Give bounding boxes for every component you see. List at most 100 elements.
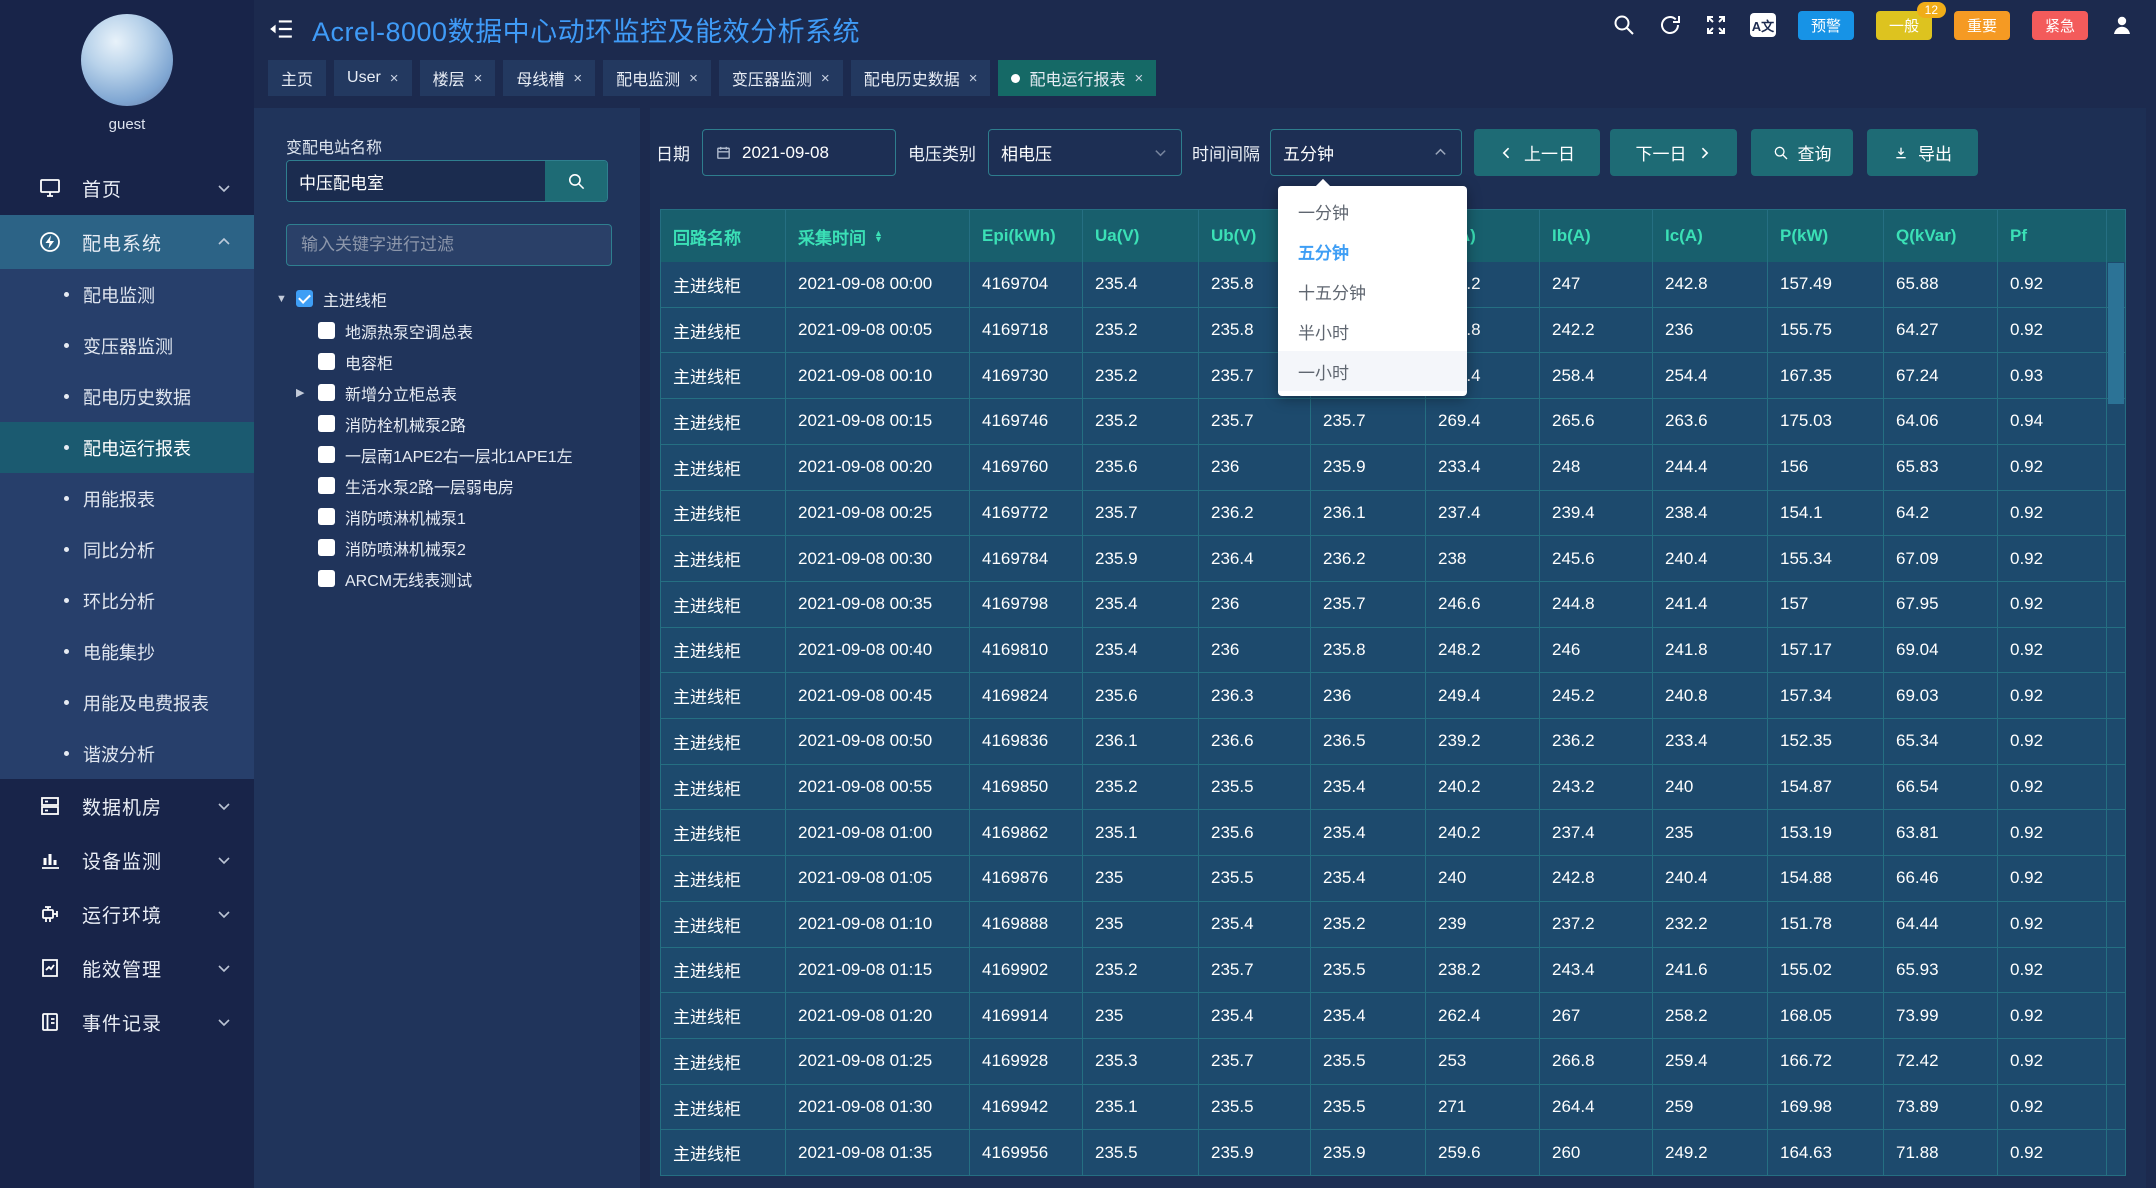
scrollbar-track[interactable] xyxy=(2107,993,2125,1038)
close-icon[interactable]: × xyxy=(1134,70,1143,87)
column-header[interactable]: 采集时间▲▼ xyxy=(786,210,970,262)
close-icon[interactable]: × xyxy=(474,70,483,87)
checkbox[interactable] xyxy=(318,353,335,370)
prev-day-button[interactable]: 上一日 xyxy=(1474,129,1600,176)
checkbox[interactable] xyxy=(318,446,335,463)
scrollbar-track[interactable] xyxy=(2107,628,2125,673)
sidebar-item[interactable]: 配电系统 xyxy=(0,215,254,269)
translate-icon[interactable]: A文 xyxy=(1750,13,1776,37)
alarm-badge[interactable]: 重要 xyxy=(1954,11,2010,40)
column-header[interactable]: Ua(V) xyxy=(1083,210,1199,262)
tree-node[interactable]: 一层南1APE2右一层北1APE1左 xyxy=(274,439,634,470)
station-search-button[interactable] xyxy=(545,161,607,201)
dropdown-option[interactable]: 五分钟 xyxy=(1278,231,1467,271)
checkbox[interactable] xyxy=(318,415,335,432)
table-row[interactable]: 主进线柜2021-09-08 00:354169798235.4236235.7… xyxy=(661,582,2125,628)
close-icon[interactable]: × xyxy=(573,70,582,87)
table-row[interactable]: 主进线柜2021-09-08 01:104169888235235.4235.2… xyxy=(661,902,2125,948)
table-row[interactable]: 主进线柜2021-09-08 00:454169824235.6236.3236… xyxy=(661,673,2125,719)
voltage-type-select[interactable]: 相电压 xyxy=(988,129,1182,176)
scrollbar-track[interactable] xyxy=(2107,445,2125,490)
search-icon[interactable] xyxy=(1612,13,1636,37)
table-row[interactable]: 主进线柜2021-09-08 00:404169810235.4236235.8… xyxy=(661,628,2125,674)
caret-right-icon[interactable]: ▶ xyxy=(296,386,304,399)
table-row[interactable]: 主进线柜2021-09-08 00:304169784235.9236.4236… xyxy=(661,536,2125,582)
tree-node[interactable]: 消防喷淋机械泵1 xyxy=(274,501,634,532)
tree-node[interactable]: ARCM无线表测试 xyxy=(274,563,634,594)
tab-item[interactable]: 配电运行报表× xyxy=(998,60,1156,96)
tab-item[interactable]: 配电监测× xyxy=(603,60,711,96)
sidebar-item[interactable]: 能效管理 xyxy=(0,941,254,995)
sidebar-subitem[interactable]: 配电运行报表 xyxy=(0,422,254,473)
scrollbar-track[interactable] xyxy=(2107,856,2125,901)
scrollbar-track[interactable] xyxy=(2107,399,2125,444)
sidebar-item[interactable]: 首页 xyxy=(0,161,254,215)
tree-node[interactable]: 消防喷淋机械泵2 xyxy=(274,532,634,563)
tree-node[interactable]: 电容柜 xyxy=(274,346,634,377)
table-row[interactable]: 主进线柜2021-09-08 01:304169942235.1235.5235… xyxy=(661,1085,2125,1131)
next-day-button[interactable]: 下一日 xyxy=(1610,129,1737,176)
tree-node[interactable]: 消防栓机械泵2路 xyxy=(274,408,634,439)
tree-filter-input[interactable] xyxy=(286,224,612,266)
table-row[interactable]: 主进线柜2021-09-08 00:554169850235.2235.5235… xyxy=(661,765,2125,811)
table-row[interactable]: 主进线柜2021-09-08 00:254169772235.7236.2236… xyxy=(661,491,2125,537)
close-icon[interactable]: × xyxy=(969,70,978,87)
tab-item[interactable]: 变压器监测× xyxy=(719,60,843,96)
column-header[interactable]: Pf xyxy=(1998,210,2107,262)
scrollbar-track[interactable] xyxy=(2107,1130,2125,1175)
checkbox[interactable] xyxy=(296,290,313,307)
table-row[interactable]: 主进线柜2021-09-08 01:254169928235.3235.7235… xyxy=(661,1039,2125,1085)
tab-item[interactable]: User× xyxy=(334,60,412,96)
export-button[interactable]: 导出 xyxy=(1867,129,1978,176)
close-icon[interactable]: × xyxy=(689,70,698,87)
sidebar-subitem[interactable]: 电能集抄 xyxy=(0,626,254,677)
scrollbar-thumb[interactable] xyxy=(2108,263,2124,404)
close-icon[interactable]: × xyxy=(821,70,830,87)
column-header[interactable]: P(kW) xyxy=(1768,210,1884,262)
sidebar-item[interactable]: 事件记录 xyxy=(0,995,254,1049)
tree-node[interactable]: ▶新增分立柜总表 xyxy=(274,377,634,408)
table-row[interactable]: 主进线柜2021-09-08 01:204169914235235.4235.4… xyxy=(661,993,2125,1039)
scrollbar-track[interactable] xyxy=(2107,948,2125,993)
scrollbar-track[interactable] xyxy=(2107,810,2125,855)
table-row[interactable]: 主进线柜2021-09-08 01:354169956235.5235.9235… xyxy=(661,1130,2125,1175)
table-row[interactable]: 主进线柜2021-09-08 00:504169836236.1236.6236… xyxy=(661,719,2125,765)
sidebar-subitem[interactable]: 同比分析 xyxy=(0,524,254,575)
refresh-icon[interactable] xyxy=(1658,13,1682,37)
alarm-badge[interactable]: 预警 xyxy=(1798,11,1854,40)
sidebar-subitem[interactable]: 配电历史数据 xyxy=(0,371,254,422)
menu-fold-icon[interactable] xyxy=(268,16,294,42)
dropdown-option[interactable]: 半小时 xyxy=(1278,311,1467,351)
sidebar-subitem[interactable]: 变压器监测 xyxy=(0,320,254,371)
checkbox[interactable] xyxy=(318,322,335,339)
checkbox[interactable] xyxy=(318,384,335,401)
close-icon[interactable]: × xyxy=(390,70,399,87)
tab-item[interactable]: 主页 xyxy=(268,60,326,96)
checkbox[interactable] xyxy=(318,508,335,525)
column-header[interactable]: Q(kVar) xyxy=(1884,210,1998,262)
checkbox[interactable] xyxy=(318,477,335,494)
scrollbar-track[interactable] xyxy=(2107,1039,2125,1084)
sidebar-subitem[interactable]: 用能及电费报表 xyxy=(0,677,254,728)
sidebar-subitem[interactable]: 谐波分析 xyxy=(0,728,254,779)
station-name-input[interactable] xyxy=(287,161,545,201)
sidebar-item[interactable]: 运行环境 xyxy=(0,887,254,941)
interval-select[interactable]: 五分钟 xyxy=(1270,129,1462,176)
column-header[interactable]: 回路名称 xyxy=(661,210,786,262)
fullscreen-icon[interactable] xyxy=(1704,13,1728,37)
checkbox[interactable] xyxy=(318,539,335,556)
query-button[interactable]: 查询 xyxy=(1751,129,1853,176)
table-row[interactable]: 主进线柜2021-09-08 01:004169862235.1235.6235… xyxy=(661,810,2125,856)
scrollbar-track[interactable] xyxy=(2107,719,2125,764)
sidebar-subitem[interactable]: 用能报表 xyxy=(0,473,254,524)
tab-item[interactable]: 母线槽× xyxy=(503,60,595,96)
checkbox[interactable] xyxy=(318,570,335,587)
scrollbar-track[interactable] xyxy=(2107,536,2125,581)
caret-down-icon[interactable]: ▼ xyxy=(276,293,287,305)
user-icon[interactable] xyxy=(2110,13,2134,37)
column-header[interactable]: Ic(A) xyxy=(1653,210,1768,262)
sidebar-item[interactable]: 数据机房 xyxy=(0,779,254,833)
table-row[interactable]: 主进线柜2021-09-08 00:204169760235.6236235.9… xyxy=(661,445,2125,491)
avatar[interactable] xyxy=(81,14,173,106)
column-header[interactable]: Ib(A) xyxy=(1540,210,1653,262)
